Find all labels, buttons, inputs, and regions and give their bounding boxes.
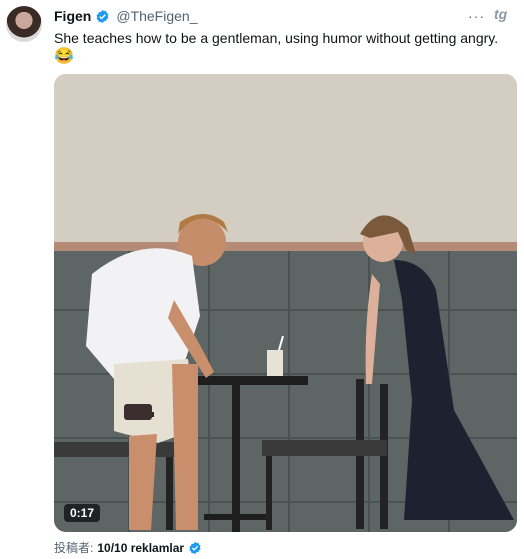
brand-logo-icon: tg [494, 6, 508, 22]
video-timestamp: 0:17 [64, 504, 101, 522]
verified-badge-icon [189, 541, 201, 554]
display-name[interactable]: Figen [54, 8, 91, 24]
laughing-emoji-icon: 😂 [54, 48, 74, 65]
posted-by-label: 投稿者: [54, 541, 94, 555]
tweet-header: Figen @TheFigen_ [54, 8, 198, 24]
poster-name[interactable]: 10/10 reklamlar [97, 541, 184, 555]
tweet-text: She teaches how to be a gentleman, using… [54, 30, 499, 46]
verified-badge-icon [96, 9, 109, 23]
avatar[interactable] [6, 6, 42, 42]
user-handle[interactable]: @TheFigen_ [116, 8, 197, 24]
more-options-icon[interactable]: ··· [468, 8, 485, 24]
footer: 投稿者: 10/10 reklamlar [54, 539, 202, 556]
video-frame [54, 74, 517, 532]
video-player[interactable]: 0:17 [54, 74, 517, 532]
